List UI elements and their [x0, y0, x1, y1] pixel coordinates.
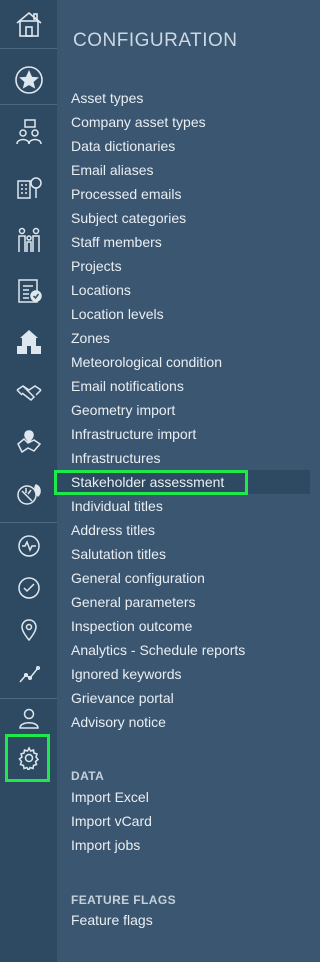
family-icon[interactable] [0, 218, 57, 262]
trend-icon[interactable] [0, 652, 57, 696]
menu-item-subject-categories[interactable]: Subject categories [57, 206, 310, 230]
menu-item-advisory-notice[interactable]: Advisory notice [57, 710, 310, 734]
menu-item-company-asset-types[interactable]: Company asset types [57, 110, 310, 134]
menu-item-asset-types[interactable]: Asset types [57, 86, 310, 110]
leaf-icon[interactable] [0, 472, 57, 516]
menu-item-processed-emails[interactable]: Processed emails [57, 182, 310, 206]
menu-item-analytics-schedule-reports[interactable]: Analytics - Schedule reports [57, 638, 310, 662]
section-heading-feature-flags: FEATURE FLAGS [71, 893, 176, 907]
menu-item-zones[interactable]: Zones [57, 326, 310, 350]
menu-item-meteorological-condition[interactable]: Meteorological condition [57, 350, 310, 374]
star-icon[interactable] [0, 58, 57, 102]
menu-item-infrastructures[interactable]: Infrastructures [57, 446, 310, 470]
menu-item-feature-flags[interactable]: Feature flags [57, 908, 310, 932]
menu-item-geometry-import[interactable]: Geometry import [57, 398, 310, 422]
checklist-icon[interactable] [0, 268, 57, 312]
handshake-icon[interactable] [0, 370, 57, 414]
icon-rail [0, 0, 58, 962]
building-tree-icon[interactable] [0, 164, 57, 208]
menu-item-location-levels[interactable]: Location levels [57, 302, 310, 326]
menu-item-locations[interactable]: Locations [57, 278, 310, 302]
section-heading-data: DATA [71, 769, 105, 783]
menu-item-import-excel[interactable]: Import Excel [57, 785, 310, 809]
menu-item-inspection-outcome[interactable]: Inspection outcome [57, 614, 310, 638]
menu-item-infrastructure-import[interactable]: Infrastructure import [57, 422, 310, 446]
menu-item-email-notifications[interactable]: Email notifications [57, 374, 310, 398]
houses-icon[interactable] [0, 320, 57, 364]
menu-item-general-configuration[interactable]: General configuration [57, 566, 310, 590]
menu-item-individual-titles[interactable]: Individual titles [57, 494, 310, 518]
menu-item-data-dictionaries[interactable]: Data dictionaries [57, 134, 310, 158]
location-icon[interactable] [0, 608, 57, 652]
check-circle-icon[interactable] [0, 566, 57, 610]
menu-item-ignored-keywords[interactable]: Ignored keywords [57, 662, 310, 686]
settings-active-highlight [5, 734, 50, 782]
menu-item-salutation-titles[interactable]: Salutation titles [57, 542, 310, 566]
people-icon[interactable] [0, 110, 57, 154]
panel-title: CONFIGURATION [73, 30, 238, 51]
menu-item-import-jobs[interactable]: Import jobs [57, 833, 310, 857]
menu-item-grievance-portal[interactable]: Grievance portal [57, 686, 310, 710]
stakeholder-assessment-highlight [54, 470, 248, 495]
activity-icon[interactable] [0, 524, 57, 568]
menu-item-import-vcard[interactable]: Import vCard [57, 809, 310, 833]
home-icon[interactable] [0, 2, 57, 46]
menu-item-email-aliases[interactable]: Email aliases [57, 158, 310, 182]
menu-item-staff-members[interactable]: Staff members [57, 230, 310, 254]
menu-item-address-titles[interactable]: Address titles [57, 518, 310, 542]
map-pin-region-icon[interactable] [0, 420, 57, 464]
menu-item-general-parameters[interactable]: General parameters [57, 590, 310, 614]
menu-item-projects[interactable]: Projects [57, 254, 310, 278]
